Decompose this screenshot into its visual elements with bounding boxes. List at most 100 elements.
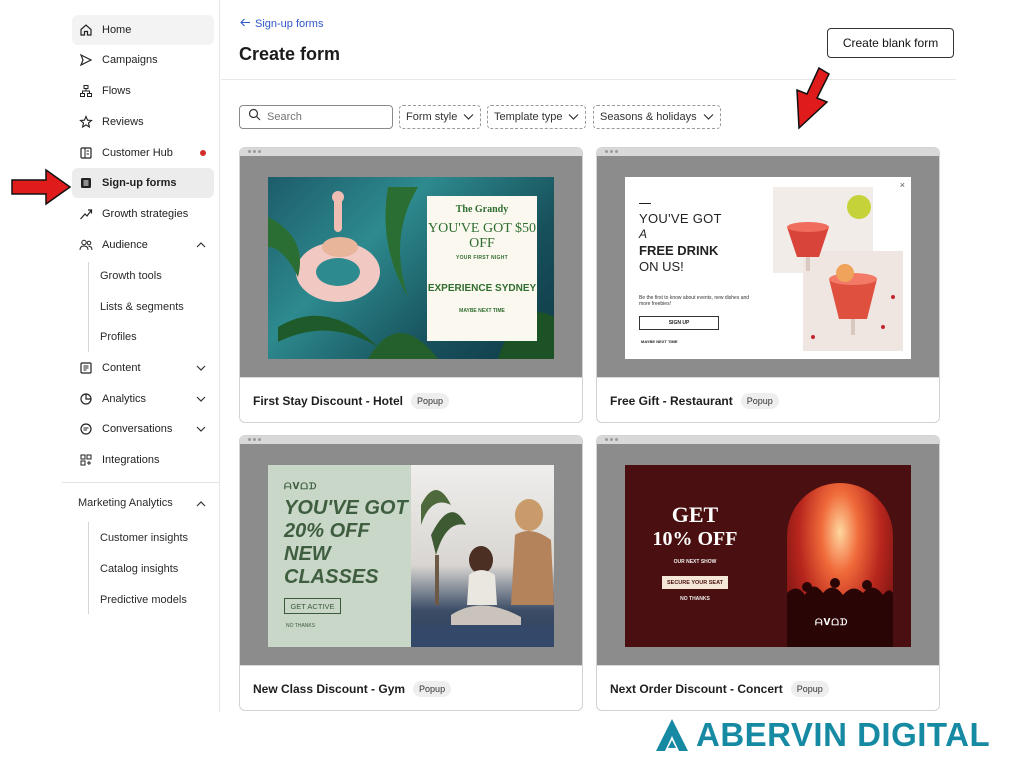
- restaurant-line3: FREE DRINK: [639, 243, 719, 258]
- sidebar-item-label: Customer Hub: [102, 147, 173, 159]
- search-box[interactable]: [239, 105, 393, 129]
- filter-seasons-holidays[interactable]: Seasons & holidays: [593, 105, 721, 129]
- sidebar-item-flows[interactable]: Flows: [72, 76, 214, 106]
- sidebar-item-analytics[interactable]: Analytics: [72, 384, 214, 414]
- filter-label: Form style: [406, 111, 458, 123]
- template-type-badge: Popup: [413, 681, 452, 697]
- marketing-analytics-title[interactable]: Marketing Analytics: [78, 497, 173, 509]
- concert-logo: ᗩᐯᗝᗪ: [815, 617, 849, 627]
- sidebar-item-growth-strategies[interactable]: Growth strategies: [72, 199, 214, 229]
- arrow-left-icon: [240, 18, 251, 30]
- search-icon: [248, 108, 261, 126]
- sidebar-item-label: Content: [102, 362, 141, 374]
- integrations-icon: [78, 452, 94, 468]
- sidebar-item-label: Integrations: [102, 454, 160, 466]
- back-link[interactable]: Sign-up forms: [240, 18, 323, 30]
- template-preview[interactable]: The Grandy YOU'VE GOT $50 OFF YOUR FIRST…: [240, 156, 582, 377]
- chevron-down-icon[interactable]: [194, 361, 208, 375]
- filter-label: Seasons & holidays: [600, 111, 697, 123]
- card-footer: First Stay Discount - Hotel Popup: [240, 377, 582, 422]
- popup-preview: × YOU'VE GOT A FREE DRINK ON US! Be the …: [625, 177, 911, 359]
- page: Home Campaigns Flows Reviews Customer Hu…: [0, 0, 1024, 768]
- accent-dash: [639, 203, 651, 204]
- filter-label: Template type: [494, 111, 563, 123]
- hotel-dismiss: MAYBE NEXT TIME: [459, 308, 505, 314]
- hotel-offer-panel: The Grandy YOU'VE GOT $50 OFF YOUR FIRST…: [427, 196, 537, 341]
- template-preview[interactable]: GET 10% OFF OUR NEXT SHOW SECURE YOUR SE…: [597, 444, 939, 665]
- sidebar-item-campaigns[interactable]: Campaigns: [72, 45, 214, 75]
- sidebar-item-customer-hub[interactable]: Customer Hub: [72, 138, 214, 168]
- brand-watermark: ABERVIN DIGITAL: [654, 716, 990, 754]
- card-footer: Free Gift - Restaurant Popup: [597, 377, 939, 422]
- sidebar-item-label: Campaigns: [102, 54, 158, 66]
- sidebar-item-label: Home: [102, 24, 132, 36]
- template-card-hotel[interactable]: The Grandy YOU'VE GOT $50 OFF YOUR FIRST…: [239, 147, 583, 423]
- create-blank-form-button[interactable]: Create blank form: [827, 28, 954, 58]
- chat-icon: [78, 421, 94, 437]
- sidebar-divider: [62, 482, 220, 483]
- template-name: Next Order Discount - Concert: [610, 682, 783, 696]
- template-preview[interactable]: × YOU'VE GOT A FREE DRINK ON US! Be the …: [597, 156, 939, 377]
- sidebar-item-label: Flows: [102, 85, 131, 97]
- template-preview[interactable]: ᗩᐯᗝᗪ YOU'VE GOT 20% OFF NEW CLASSES GET …: [240, 444, 582, 665]
- chevron-up-icon[interactable]: [194, 497, 208, 511]
- sidebar-item-label: Conversations: [102, 423, 173, 435]
- concert-subline: OUR NEXT SHOW: [673, 559, 717, 565]
- sidebar-item-label: Reviews: [102, 116, 144, 128]
- chevron-down-icon[interactable]: [194, 422, 208, 436]
- popup-preview: ᗩᐯᗝᗪ YOU'VE GOT 20% OFF NEW CLASSES GET …: [268, 465, 554, 647]
- chevron-down-icon[interactable]: [194, 392, 208, 406]
- sidebar-item-conversations[interactable]: Conversations: [72, 414, 214, 444]
- template-card-concert[interactable]: GET 10% OFF OUR NEXT SHOW SECURE YOUR SE…: [596, 435, 940, 711]
- analytics-icon: [78, 391, 94, 407]
- home-icon: [78, 22, 94, 38]
- chevron-down-icon: [463, 114, 474, 120]
- sidebar-item-integrations[interactable]: Integrations: [72, 445, 214, 475]
- sidebar-sub-catalog-insights[interactable]: Catalog insights: [100, 558, 178, 580]
- chevron-down-icon: [703, 114, 714, 120]
- restaurant-line1: YOU'VE GOT: [639, 211, 722, 226]
- filter-form-style[interactable]: Form style: [399, 105, 482, 129]
- chevron-down-icon: [569, 114, 579, 120]
- sidebar-sub-profiles[interactable]: Profiles: [100, 326, 137, 348]
- sidebar-item-reviews[interactable]: Reviews: [72, 107, 214, 137]
- template-name: First Stay Discount - Hotel: [253, 394, 404, 408]
- card-window-bar: [240, 436, 582, 444]
- chevron-up-icon[interactable]: [194, 238, 208, 252]
- template-card-gym[interactable]: ᗩᐯᗝᗪ YOU'VE GOT 20% OFF NEW CLASSES GET …: [239, 435, 583, 711]
- form-icon: [78, 175, 94, 191]
- template-name: Free Gift - Restaurant: [610, 394, 733, 408]
- sidebar-item-home[interactable]: Home: [72, 15, 214, 45]
- people-icon: [78, 237, 94, 253]
- sidebar: Home Campaigns Flows Reviews Customer Hu…: [62, 0, 220, 712]
- hotel-cta: EXPERIENCE SYDNEY: [427, 283, 537, 294]
- sidebar-sub-customer-insights[interactable]: Customer insights: [100, 527, 188, 549]
- sidebar-sub-growth-tools[interactable]: Growth tools: [100, 265, 162, 287]
- content-icon: [78, 360, 94, 376]
- gym-image: [411, 465, 554, 647]
- header-divider: [221, 79, 956, 80]
- template-type-badge: Popup: [790, 681, 829, 697]
- sidebar-item-label: Analytics: [102, 393, 147, 405]
- hub-icon: [78, 145, 94, 161]
- audience-sub-line: [88, 262, 89, 352]
- annotation-arrow-down-icon: [796, 66, 830, 130]
- abervin-logo-icon: [656, 719, 688, 751]
- gym-dismiss: NO THANKS: [286, 623, 316, 629]
- gym-offer-panel: ᗩᐯᗝᗪ YOU'VE GOT 20% OFF NEW CLASSES GET …: [268, 465, 411, 647]
- gym-headline: YOU'VE GOT 20% OFF NEW CLASSES: [284, 497, 408, 588]
- sidebar-item-sign-up-forms[interactable]: Sign-up forms: [72, 168, 214, 198]
- card-footer: Next Order Discount - Concert Popup: [597, 665, 939, 710]
- sidebar-item-audience[interactable]: Audience: [72, 230, 214, 260]
- sidebar-sub-predictive-models[interactable]: Predictive models: [100, 589, 187, 611]
- sidebar-sub-lists-segments[interactable]: Lists & segments: [100, 296, 184, 318]
- back-link-label: Sign-up forms: [255, 18, 324, 30]
- search-input[interactable]: [267, 111, 377, 123]
- hotel-subline: YOUR FIRST NIGHT: [455, 255, 509, 261]
- send-icon: [78, 52, 94, 68]
- sidebar-item-content[interactable]: Content: [72, 353, 214, 383]
- filter-template-type[interactable]: Template type: [487, 105, 587, 129]
- restaurant-body: Be the first to know about events, new d…: [639, 295, 750, 307]
- restaurant-dismiss: MAYBE NEXT TIME: [641, 339, 678, 344]
- template-card-restaurant[interactable]: × YOU'VE GOT A FREE DRINK ON US! Be the …: [596, 147, 940, 423]
